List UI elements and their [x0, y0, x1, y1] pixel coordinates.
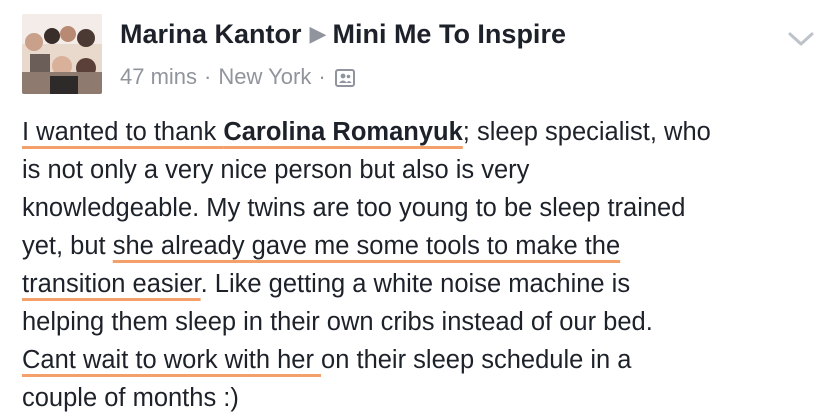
facebook-post: Marina Kantor ▶ Mini Me To Inspire 47 mins…: [0, 0, 838, 418]
post-line: knowledgeable. My twins are too young to…: [22, 194, 686, 222]
post-line: helping them sleep in their own cribs in…: [22, 308, 653, 336]
avatar[interactable]: [22, 14, 102, 94]
author-name[interactable]: Marina Kantor: [120, 19, 302, 49]
post-line: I wanted to thank Carolina Romanyuk; sle…: [22, 118, 711, 146]
post-time[interactable]: 47 mins: [120, 64, 197, 89]
highlighted-text: transition easier: [22, 270, 201, 298]
highlighted-text: Cant wait to work with her: [22, 346, 322, 374]
post-line: Cant wait to work with her on their slee…: [22, 346, 632, 374]
post-meta: 47 mins · New York ·: [120, 64, 355, 93]
separator-dot: ·: [318, 64, 326, 89]
highlighted-text: she already gave me some tools to make t…: [112, 232, 621, 260]
post-location[interactable]: New York: [218, 64, 311, 89]
friends-audience-icon[interactable]: [334, 67, 355, 93]
right-triangle-icon: ▶: [309, 21, 327, 46]
post-body: I wanted to thank Carolina Romanyuk; sle…: [22, 113, 822, 417]
post-line: couple of months :): [22, 384, 239, 412]
separator-dot: ·: [204, 64, 212, 89]
highlighted-text: I wanted to thank Carolina Romanyuk: [22, 118, 463, 146]
mentioned-person[interactable]: Carolina Romanyuk: [223, 118, 462, 146]
post-line: transition easier. Like getting a white …: [22, 270, 631, 298]
group-name[interactable]: Mini Me To Inspire: [332, 19, 566, 49]
post-header-title: Marina Kantor ▶ Mini Me To Inspire: [120, 19, 566, 50]
chevron-down-icon[interactable]: [788, 30, 814, 48]
post-line: is not only a very nice person but also …: [22, 156, 530, 184]
post-line: yet, but she already gave me some tools …: [22, 232, 621, 260]
